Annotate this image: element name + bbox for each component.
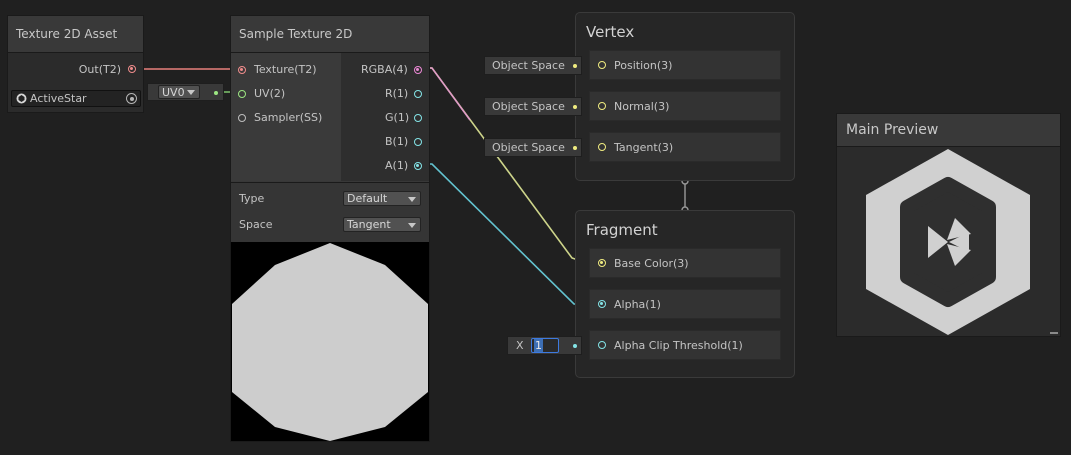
vertex-context[interactable]: Vertex Position(3) Normal(3) Tangent(3) (575, 12, 795, 181)
input-label-texture: Texture(T2) (254, 63, 317, 76)
port-out-r[interactable] (414, 90, 422, 98)
port-out-t2[interactable] (128, 65, 136, 73)
output-label-a: A(1) (385, 159, 409, 172)
port-out-a[interactable] (414, 162, 422, 170)
uv-inline-dot (214, 91, 218, 95)
block-label-base-color: Base Color(3) (614, 257, 689, 270)
wire-alpha (418, 163, 601, 306)
tangent-space-tag[interactable]: Object Space (484, 138, 582, 157)
node-title: Sample Texture 2D (239, 27, 353, 41)
inline-dot (573, 146, 577, 150)
object-picker-icon[interactable] (126, 93, 137, 104)
inline-dot (573, 344, 577, 348)
block-label-position: Position(3) (614, 59, 673, 72)
port-normal[interactable] (598, 102, 606, 110)
tangent-space-value: Object Space (492, 141, 565, 154)
block-label-tangent: Tangent(3) (614, 141, 674, 154)
output-label-out: Out(T2) (78, 63, 121, 76)
chevron-down-icon (408, 197, 416, 202)
port-base-color[interactable] (598, 259, 606, 267)
node-properties: Type Default Space Tangent (231, 182, 429, 243)
port-position[interactable] (598, 61, 606, 69)
unity-asset-icon (16, 93, 27, 104)
space-value: Tangent (347, 218, 391, 231)
block-label-alpha: Alpha(1) (614, 298, 661, 311)
type-dropdown[interactable]: Default (343, 191, 421, 206)
port-out-b[interactable] (414, 138, 422, 146)
normal-space-value: Object Space (492, 100, 565, 113)
space-label: Space (239, 218, 273, 231)
resize-handle-icon[interactable] (1050, 332, 1058, 334)
block-label-normal: Normal(3) (614, 100, 670, 113)
block-alpha[interactable]: Alpha(1) (589, 289, 781, 319)
threshold-axis: X (516, 339, 524, 352)
fragment-context[interactable]: Fragment Base Color(3) Alpha(1) Alpha Cl… (575, 210, 795, 378)
threshold-input[interactable]: 1 (531, 338, 559, 353)
inline-dot (573, 64, 577, 68)
texture-preview-image (232, 243, 428, 441)
input-ports: Texture(T2) UV(2) Sampler(SS) (231, 53, 341, 181)
block-tangent[interactable]: Tangent(3) (589, 132, 781, 162)
preview-header[interactable]: Main Preview (837, 114, 1060, 147)
block-label-alpha-clip-threshold: Alpha Clip Threshold(1) (614, 339, 743, 352)
port-out-rgba[interactable] (414, 66, 422, 74)
main-preview-window[interactable]: Main Preview (836, 113, 1061, 337)
inline-dot (573, 105, 577, 109)
asset-name: ActiveStar (30, 92, 87, 105)
unity-logo-preview (866, 149, 1030, 335)
port-out-g[interactable] (414, 114, 422, 122)
threshold-value: 1 (534, 339, 543, 352)
block-alpha-clip-threshold[interactable]: Alpha Clip Threshold(1) (589, 330, 781, 360)
output-label-g: G(1) (385, 111, 410, 124)
uv-channel-dropdown[interactable]: UV0 (158, 85, 200, 99)
port-in-uv[interactable] (238, 90, 246, 98)
block-position[interactable]: Position(3) (589, 50, 781, 80)
texture-object-field[interactable]: ActiveStar (11, 90, 141, 107)
preview-title: Main Preview (846, 122, 939, 138)
output-label-rgba: RGBA(4) (361, 63, 408, 76)
fragment-title: Fragment (586, 221, 658, 239)
input-label-uv: UV(2) (254, 87, 286, 100)
chevron-down-icon (187, 90, 195, 95)
chevron-down-icon (408, 223, 416, 228)
type-label: Type (239, 192, 265, 205)
output-label-r: R(1) (385, 87, 409, 100)
sample-texture-2d-node[interactable]: Sample Texture 2D Texture(T2) UV(2) Samp… (230, 15, 430, 442)
space-dropdown[interactable]: Tangent (343, 217, 421, 232)
vertex-title: Vertex (586, 23, 635, 41)
uv-channel-inline[interactable]: UV0 (147, 83, 224, 101)
threshold-inline[interactable]: X 1 (507, 336, 582, 355)
port-in-sampler[interactable] (238, 114, 246, 122)
texture-2d-asset-node[interactable]: Texture 2D Asset Out(T2) ActiveStar (7, 15, 144, 113)
type-value: Default (347, 192, 388, 205)
node-title: Texture 2D Asset (16, 27, 118, 41)
block-base-color[interactable]: Base Color(3) (589, 248, 781, 278)
output-ports: RGBA(4) R(1) G(1) B(1) A(1) (341, 53, 429, 181)
position-space-value: Object Space (492, 59, 565, 72)
input-label-sampler: Sampler(SS) (254, 111, 323, 124)
output-label-b: B(1) (385, 135, 409, 148)
node-header[interactable]: Texture 2D Asset (8, 16, 143, 53)
port-alpha[interactable] (598, 300, 606, 308)
position-space-tag[interactable]: Object Space (484, 56, 582, 75)
uv-channel-value: UV0 (162, 86, 185, 99)
block-normal[interactable]: Normal(3) (589, 91, 781, 121)
normal-space-tag[interactable]: Object Space (484, 97, 582, 116)
port-tangent[interactable] (598, 143, 606, 151)
node-header[interactable]: Sample Texture 2D (231, 16, 429, 53)
node-preview (231, 242, 429, 441)
port-alpha-clip-threshold[interactable] (598, 341, 606, 349)
port-in-texture[interactable] (238, 66, 246, 74)
